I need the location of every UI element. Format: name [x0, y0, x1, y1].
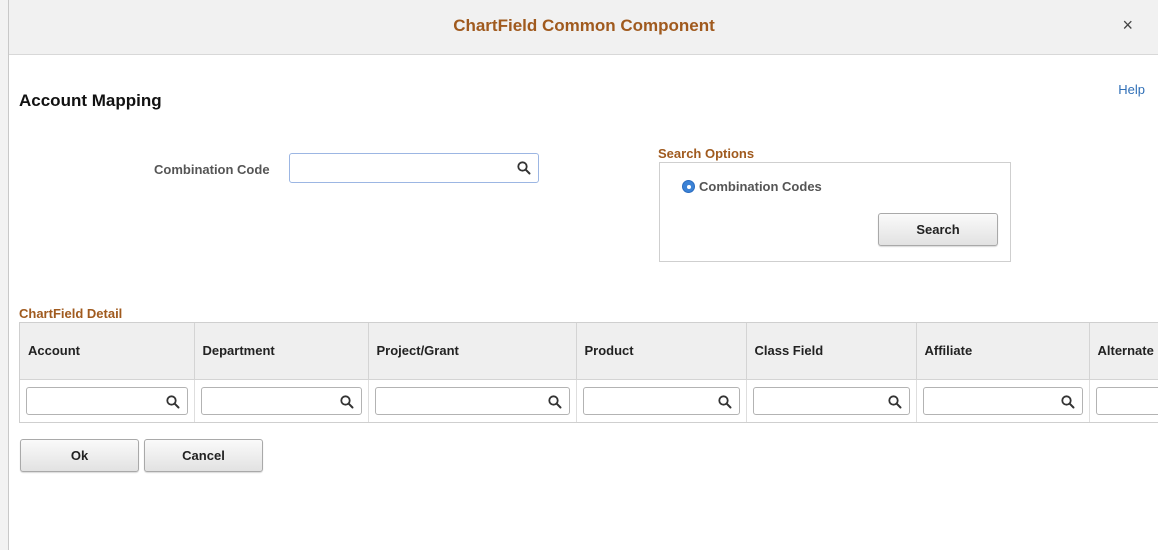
department-field: [200, 386, 362, 415]
affiliate-cell: [916, 379, 1090, 422]
ok-button[interactable]: Ok: [20, 439, 139, 472]
help-link[interactable]: Help: [1118, 82, 1145, 97]
alternate-field: [1095, 386, 1158, 415]
product-input[interactable]: [583, 387, 739, 414]
alternate-input[interactable]: [1096, 387, 1158, 414]
project-grant-field: [374, 386, 570, 415]
chartfield-detail-heading: ChartField Detail: [19, 306, 123, 321]
class-field-cell: [746, 379, 917, 422]
column-header-project-grant[interactable]: Project/Grant: [368, 323, 577, 380]
class-field-field: [752, 386, 910, 415]
search-options-heading: Search Options: [658, 146, 755, 161]
column-header-alternate[interactable]: Alternate: [1089, 323, 1158, 380]
department-cell: [194, 379, 369, 422]
page-title: Account Mapping: [19, 91, 162, 110]
search-button[interactable]: Search: [878, 213, 998, 246]
account-input[interactable]: [27, 387, 187, 414]
project-grant-cell: [368, 379, 577, 422]
search-icon[interactable]: [1060, 394, 1076, 410]
class-field-input[interactable]: [753, 387, 909, 414]
search-icon[interactable]: [339, 394, 355, 410]
column-header-class-field[interactable]: Class Field: [746, 323, 917, 380]
combination-codes-radio-label: Combination Codes: [699, 179, 822, 194]
combination-code-label: Combination Code: [154, 162, 270, 177]
cancel-button[interactable]: Cancel: [144, 439, 263, 472]
dialog-title: ChartField Common Component: [453, 16, 715, 35]
product-field: [582, 386, 740, 415]
combination-codes-option[interactable]: Combination Codes: [682, 179, 822, 194]
affiliate-input[interactable]: [923, 387, 1082, 414]
table-row: [20, 379, 1158, 422]
dialog-titlebar: ChartField Common Component ×: [9, 0, 1158, 55]
grid-header-row: Account Department Project/Grant Product…: [20, 323, 1158, 380]
combination-codes-radio[interactable]: [682, 180, 695, 193]
account-cell: [20, 379, 195, 422]
column-header-product[interactable]: Product: [576, 323, 747, 380]
alternate-cell: [1089, 379, 1158, 422]
search-options-box: Combination Codes Search: [659, 162, 1011, 262]
close-icon[interactable]: ×: [1122, 14, 1133, 36]
combination-code-field: [289, 153, 539, 183]
search-icon[interactable]: [887, 394, 903, 410]
search-icon[interactable]: [547, 394, 563, 410]
search-icon[interactable]: [516, 160, 532, 176]
column-header-affiliate[interactable]: Affiliate: [916, 323, 1090, 380]
project-grant-input[interactable]: [375, 387, 569, 414]
department-input[interactable]: [201, 387, 361, 414]
column-header-department[interactable]: Department: [194, 323, 369, 380]
search-icon[interactable]: [165, 394, 181, 410]
product-cell: [576, 379, 747, 422]
chartfield-detail-grid: Account Department Project/Grant Product…: [19, 322, 1158, 423]
combination-code-input[interactable]: [290, 154, 538, 182]
column-header-account[interactable]: Account: [20, 323, 195, 380]
search-icon[interactable]: [717, 394, 733, 410]
chartfield-dialog: ChartField Common Component × Help Accou…: [8, 0, 1158, 550]
affiliate-field: [922, 386, 1083, 415]
account-field: [26, 386, 188, 415]
